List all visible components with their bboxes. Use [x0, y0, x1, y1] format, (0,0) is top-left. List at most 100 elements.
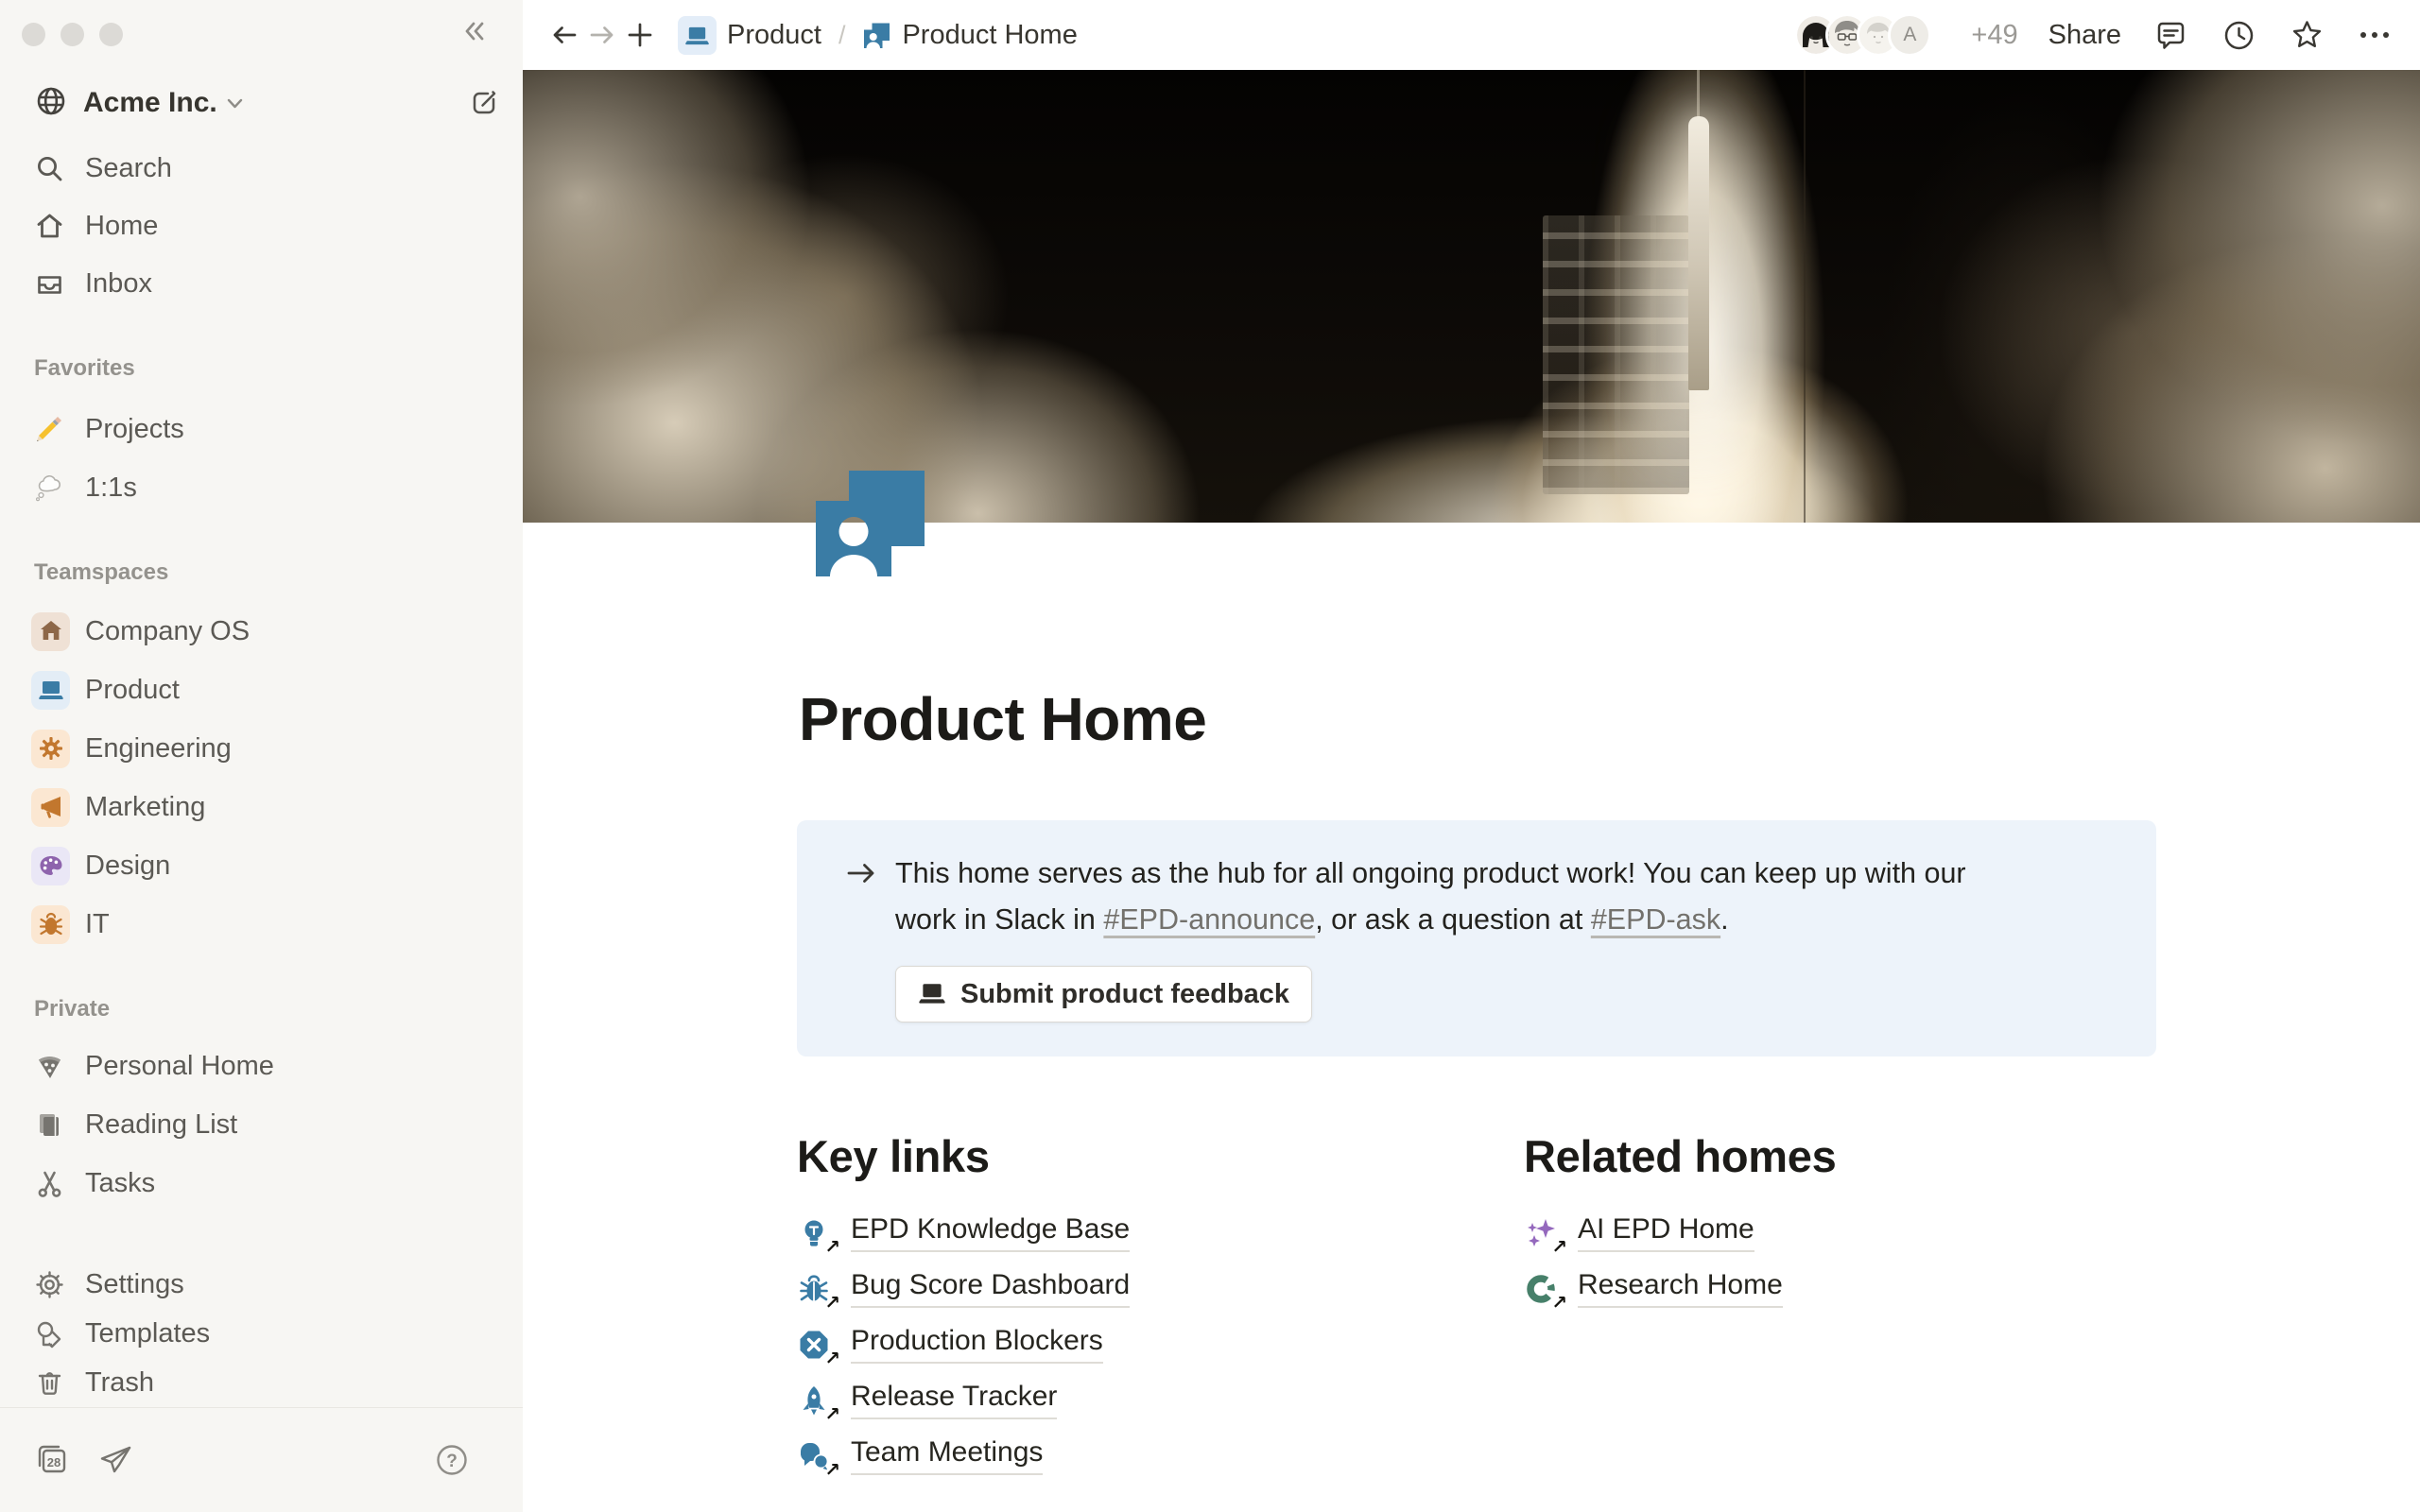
updates-button[interactable] — [2220, 16, 2257, 54]
page-title[interactable]: Product Home — [799, 684, 2420, 754]
sidebar-item-label: Personal Home — [85, 1051, 274, 1082]
sidebar-item-projects[interactable]: Projects — [0, 400, 523, 458]
sidebar-item-label: Settings — [85, 1269, 184, 1300]
laptop-icon — [31, 671, 70, 710]
external-link-arrow-icon: ↗ — [824, 1294, 840, 1313]
sidebar-item-marketing[interactable]: Marketing — [0, 778, 523, 836]
breadcrumb-product-home[interactable]: Product Home — [856, 16, 1082, 55]
sidebar-item-engineering[interactable]: Engineering — [0, 719, 523, 778]
related-homes-heading[interactable]: Related homes — [1524, 1130, 2156, 1182]
breadcrumb: Product / Product Home — [672, 12, 1083, 59]
link-bug-score-dashboard[interactable]: ↗ Bug Score Dashboard — [797, 1261, 1429, 1316]
laptop-icon — [678, 16, 717, 55]
chat-bubbles-icon: ↗ — [797, 1439, 831, 1473]
members-overflow-count[interactable]: +49 — [1971, 20, 2017, 51]
megaphone-icon — [31, 788, 70, 827]
sidebar-item-settings[interactable]: Settings — [0, 1260, 523, 1309]
breadcrumb-product[interactable]: Product — [672, 12, 827, 59]
compose-icon — [469, 87, 501, 119]
blocked-icon: ↗ — [797, 1328, 831, 1362]
collapse-sidebar-button[interactable] — [458, 17, 491, 49]
new-page-button[interactable] — [468, 86, 502, 120]
main-area: Product / Product Home — [523, 0, 2420, 1512]
share-button[interactable]: Share — [2048, 20, 2121, 51]
page-icon-contact-card[interactable] — [816, 471, 925, 576]
sidebar-item-templates[interactable]: Templates — [0, 1309, 523, 1358]
link-epd-knowledge-base[interactable]: ↗ EPD Knowledge Base — [797, 1205, 1429, 1261]
callout-line2-mid: , or ask a question at — [1315, 903, 1591, 936]
sidebar-item-1-1s[interactable]: 1:1s — [0, 458, 523, 517]
sidebar-item-inbox[interactable]: Inbox — [0, 255, 523, 313]
sidebar-item-company-os[interactable]: Company OS — [0, 602, 523, 661]
favorite-button[interactable] — [2288, 16, 2325, 54]
key-links-heading[interactable]: Key links — [797, 1130, 1429, 1182]
link-research-home[interactable]: ↗ Research Home — [1524, 1261, 2156, 1316]
sidebar-item-label: Engineering — [85, 733, 232, 765]
sidebar-item-it[interactable]: IT — [0, 895, 523, 954]
sidebar-item-tasks[interactable]: Tasks — [0, 1154, 523, 1212]
forward-button[interactable] — [583, 16, 621, 54]
pizza-icon — [34, 1051, 64, 1081]
svg-text:?: ? — [446, 1452, 458, 1471]
related-homes-column: Related homes ↗ AI EPD Home ↗ Research H… — [1524, 1130, 2156, 1484]
donut-chart-icon: ↗ — [1524, 1272, 1558, 1306]
clock-icon — [2221, 18, 2256, 53]
zoom-window-button[interactable] — [99, 23, 123, 46]
close-window-button[interactable] — [22, 23, 45, 46]
minimize-window-button[interactable] — [60, 23, 84, 46]
callout-line2-end: . — [1720, 903, 1728, 936]
comments-button[interactable] — [2152, 16, 2189, 54]
search-icon — [34, 154, 64, 184]
sidebar-item-label: Company OS — [85, 616, 250, 647]
sidebar-item-label: Inbox — [85, 268, 152, 300]
submit-feedback-button[interactable]: Submit product feedback — [895, 966, 1312, 1022]
more-options-button[interactable] — [2356, 16, 2394, 54]
workspace-switcher[interactable]: Acme Inc. — [28, 77, 508, 129]
sidebar-item-home[interactable]: Home — [0, 198, 523, 255]
bug-icon — [31, 905, 70, 944]
link-ai-epd-home[interactable]: ↗ AI EPD Home — [1524, 1205, 2156, 1261]
sidebar-item-search[interactable]: Search — [0, 140, 523, 198]
link-label: Bug Score Dashboard — [851, 1269, 1130, 1308]
sidebar-item-design[interactable]: Design — [0, 836, 523, 895]
breadcrumb-label: Product — [727, 20, 821, 51]
inbox-icon — [34, 269, 64, 300]
home-icon — [34, 212, 64, 242]
sidebar-main-nav: Search Home Inbox — [0, 140, 523, 313]
sidebar-item-label: Projects — [85, 414, 184, 445]
avatar-letter: A — [1891, 16, 1928, 54]
teamspaces-list: Company OS Product Engineering Marketing… — [0, 602, 523, 954]
new-tab-button[interactable] — [621, 16, 659, 54]
link-team-meetings[interactable]: ↗ Team Meetings — [797, 1428, 1429, 1484]
paper-plane-icon — [98, 1442, 134, 1478]
help-button[interactable]: ? — [434, 1442, 470, 1478]
sidebar-item-label: Product — [85, 675, 180, 706]
section-label-favorites[interactable]: Favorites — [34, 354, 523, 383]
question-mark-icon: ? — [434, 1442, 470, 1478]
sidebar-item-trash[interactable]: Trash — [0, 1358, 523, 1407]
slack-link-epd-ask[interactable]: #EPD-ask — [1591, 903, 1720, 936]
calendar-button[interactable]: 28 — [32, 1441, 70, 1479]
sidebar-item-label: 1:1s — [85, 472, 137, 504]
submit-feedback-label: Submit product feedback — [960, 979, 1289, 1010]
avatar-more[interactable]: A — [1888, 13, 1931, 57]
page-content: Product Home This home serves as the hub… — [523, 523, 2420, 1512]
sidebar-item-personal-home[interactable]: Personal Home — [0, 1037, 523, 1095]
sidebar-item-reading-list[interactable]: Reading List — [0, 1095, 523, 1154]
link-production-blockers[interactable]: ↗ Production Blockers — [797, 1316, 1429, 1372]
window-controls — [22, 23, 123, 46]
member-avatars[interactable]: A — [1794, 13, 1931, 57]
section-label-private[interactable]: Private — [34, 995, 523, 1023]
page-cover-shuttle-launch — [523, 70, 2420, 523]
external-link-arrow-icon: ↗ — [824, 1349, 840, 1368]
slack-link-epd-announce[interactable]: #EPD-announce — [1103, 903, 1315, 936]
invite-button[interactable] — [98, 1442, 134, 1478]
laptop-icon — [918, 980, 946, 1008]
calendar-icon: 28 — [32, 1441, 70, 1479]
globe-icon — [34, 84, 68, 123]
callout-body: This home serves as the hub for all ongo… — [895, 850, 2122, 1022]
link-release-tracker[interactable]: ↗ Release Tracker — [797, 1372, 1429, 1428]
back-button[interactable] — [545, 16, 583, 54]
sidebar-item-product[interactable]: Product — [0, 661, 523, 719]
section-label-teamspaces[interactable]: Teamspaces — [34, 558, 523, 587]
